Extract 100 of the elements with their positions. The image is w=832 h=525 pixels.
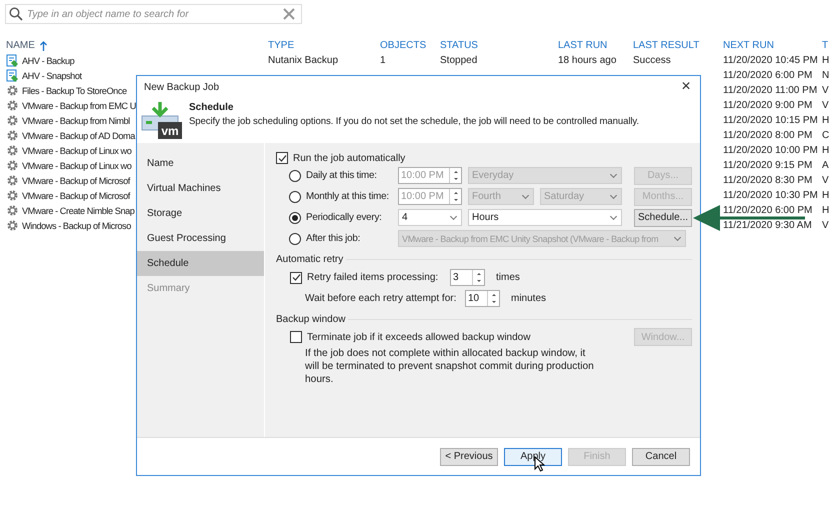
option-label: Periodically every:: [306, 212, 383, 223]
time-field[interactable]: 10:00 PM: [398, 167, 462, 184]
job-name: Files - Backup To StoreOnce: [22, 86, 127, 96]
table-cell: 1: [380, 55, 386, 66]
job-name: VMware - Backup of Linux wo: [22, 146, 132, 156]
table-cell: H: [822, 55, 830, 66]
option-label: Daily at this time:: [306, 170, 378, 181]
retry-count-field[interactable]: 3: [450, 269, 485, 286]
table-cell: H: [822, 145, 830, 156]
table-cell: H: [822, 115, 830, 126]
checkbox[interactable]: [276, 152, 288, 164]
column-header[interactable]: OBJECTS: [380, 38, 440, 53]
table-cell: V: [822, 220, 829, 231]
section-title: Backup window: [276, 314, 346, 324]
job-name: Windows - Backup of Microso: [22, 220, 131, 230]
job-name: VMware - Backup of Microsof: [22, 176, 130, 186]
checkbox[interactable]: [290, 272, 302, 284]
nav-item[interactable]: Name: [137, 151, 264, 176]
search-field[interactable]: Type in an object name to search for: [5, 4, 302, 24]
job-name: VMware - Backup of Linux wo: [22, 160, 132, 170]
column-header[interactable]: TYPE: [268, 38, 380, 53]
option-label: Monthly at this time:: [306, 191, 390, 202]
column-header[interactable]: STATUS: [440, 38, 558, 53]
table-cell: 18 hours ago: [558, 55, 616, 66]
table-cell: 11/20/2020 6:00 PM: [723, 205, 812, 216]
job-icon: [6, 69, 19, 82]
window-title: New Backup Job: [144, 82, 220, 92]
nav-item[interactable]: Guest Processing: [137, 226, 264, 251]
table-cell: Nutanix Backup: [268, 55, 338, 66]
nav-item[interactable]: Storage: [137, 201, 264, 226]
table-cell: 11/20/2020 10:45 PM: [723, 55, 818, 66]
table-cell: 11/21/2020 9:30 AM: [723, 220, 812, 231]
table-cell: 11/20/2020 8:00 PM: [723, 130, 812, 141]
option-label: Terminate job if it exceeds allowed backup window: [307, 332, 530, 342]
gear-icon: [6, 219, 19, 232]
schedule-button[interactable]: Schedule...: [634, 208, 692, 226]
job-name: AHV - Snapshot: [22, 70, 82, 80]
table-cell: 11/20/2020 8:30 PM: [723, 175, 812, 186]
time-field[interactable]: 10:00 PM: [398, 188, 462, 205]
radio-button[interactable]: [289, 212, 301, 224]
radio-button[interactable]: [289, 170, 301, 182]
column-header[interactable]: LAST RUN: [558, 38, 633, 53]
dialog-button[interactable]: < Previous: [440, 448, 498, 466]
checkbox[interactable]: [290, 331, 302, 343]
gear-icon: [6, 159, 19, 172]
job-name: VMware - Backup of Microsof: [22, 190, 130, 200]
job-name: AHV - Backup: [22, 56, 74, 66]
job-icon: [6, 54, 19, 67]
option-label: Wait before each retry attempt for:: [304, 293, 458, 304]
gear-icon: [6, 129, 19, 142]
table-cell: Stopped: [440, 55, 478, 66]
interval-dropdown[interactable]: 4: [398, 209, 462, 226]
note-text: If the job does not complete within allocated backup window, it will be terminated to prevent snapshot commit during production hours.: [305, 347, 595, 386]
unit-dropdown[interactable]: Hours: [468, 209, 622, 226]
unit-label: times: [496, 272, 520, 283]
column-header[interactable]: T: [822, 38, 832, 53]
close-button[interactable]: ×: [672, 77, 700, 97]
table-cell: V: [822, 175, 829, 186]
table-cell: H: [822, 205, 830, 216]
radio-button[interactable]: [289, 190, 301, 202]
gear-icon: [6, 99, 19, 112]
table-cell: 11/20/2020 11:00 PM: [723, 85, 818, 96]
table-cell: 11/20/2020 10:00 PM: [723, 145, 818, 156]
gear-icon: [6, 144, 19, 157]
job-name: VMware - Backup from Nimbl: [22, 116, 130, 126]
step-description: Specify the job scheduling options. If you do not set the schedule, the job will need to be controlled manually.: [189, 116, 639, 127]
table-cell: 11/20/2020 10:30 PM: [723, 190, 818, 201]
table-cell: V: [822, 85, 829, 96]
table-cell: 11/20/2020 9:00 PM: [723, 100, 812, 111]
wait-field[interactable]: 10: [465, 290, 500, 307]
option-label: After this job:: [306, 233, 362, 244]
option-label: Run the job automatically: [293, 152, 406, 164]
gear-icon: [6, 84, 19, 97]
radio-button[interactable]: [289, 232, 301, 244]
job-name: VMware - Backup of AD Doma: [22, 130, 135, 140]
table-cell: Success: [633, 55, 671, 66]
gear-icon: [6, 114, 19, 127]
table-cell: H: [822, 190, 830, 201]
section-title: Automatic retry: [276, 254, 344, 264]
nav-item[interactable]: Schedule: [137, 251, 264, 276]
dialog-button[interactable]: Cancel: [632, 448, 690, 466]
column-header[interactable]: NEXT RUN: [723, 38, 822, 53]
job-name: VMware - Backup from EMC U: [22, 100, 136, 110]
table-cell: 11/20/2020 6:00 PM: [723, 70, 812, 81]
table-cell: V: [822, 100, 829, 111]
dialog-button[interactable]: Apply: [504, 448, 562, 466]
gear-icon: [6, 174, 19, 187]
gear-icon: [6, 189, 19, 202]
table-cell: 11/20/2020 10:15 PM: [723, 115, 818, 126]
column-header[interactable]: LAST RESULT: [633, 38, 723, 53]
nav-item[interactable]: Virtual Machines: [137, 176, 264, 201]
table-cell: N: [822, 70, 830, 81]
option-label: Retry failed items processing:: [307, 272, 440, 283]
clear-icon[interactable]: [283, 8, 295, 20]
sort-arrow-icon: [40, 40, 47, 50]
table-cell: A: [822, 160, 829, 171]
unit-label: minutes: [511, 293, 546, 304]
table-cell: C: [822, 130, 830, 141]
job-name: VMware - Create Nimble Snap: [22, 206, 134, 216]
column-header[interactable]: NAME: [6, 38, 268, 53]
